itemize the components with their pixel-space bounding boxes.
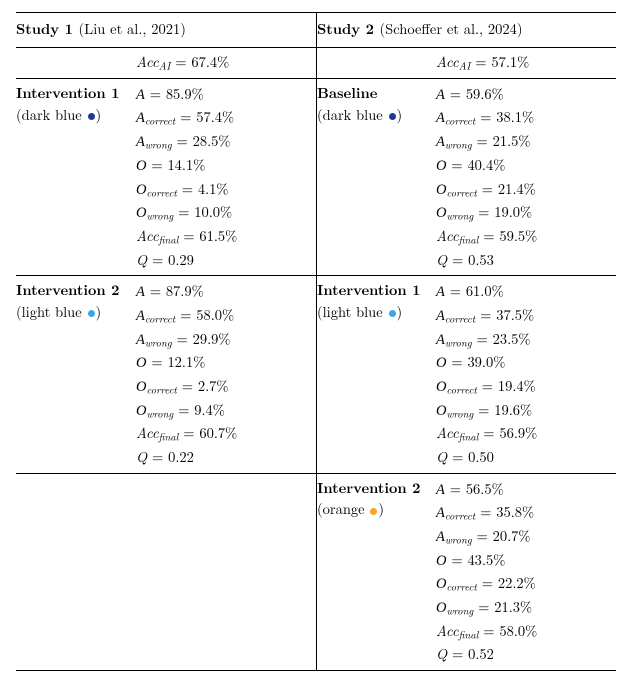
- metric-O-correct: Ocorrect = 22.2%: [436, 572, 610, 596]
- group-color: (orange ): [317, 499, 430, 521]
- study2-cite: (Schoeffer et al., 2024): [380, 19, 523, 39]
- metric-Q: Q = 0.52: [436, 643, 610, 665]
- metric-Acc-final: Accfinal = 60.7%: [136, 422, 310, 446]
- metric-O-wrong: Owrong = 19.0%: [436, 201, 610, 225]
- study1-group-label: Intervention 2 (light blue ): [16, 276, 136, 472]
- dot-lightblue-icon: [88, 310, 95, 317]
- study1-group-metrics: A = 87.9% Acorrect = 58.0% Awrong = 29.9…: [136, 276, 316, 472]
- metric-A-wrong: Awrong = 20.7%: [436, 525, 610, 549]
- study2-header: Study 2 (Schoeffer et al., 2024): [316, 13, 616, 47]
- metric-A-correct: Acorrect = 35.8%: [436, 501, 610, 525]
- study1-group-label: Intervention 1 (dark blue ): [16, 79, 136, 275]
- metric-A-correct: Acorrect = 37.5%: [436, 304, 610, 328]
- study2-group-label: Baseline (dark blue ): [316, 79, 436, 275]
- acc-label: Acc: [136, 52, 159, 72]
- empty-cell: [16, 48, 136, 78]
- metric-A-correct: Acorrect = 57.4%: [136, 106, 310, 130]
- comparison-table: Study 1 (Liu et al., 2021) Study 2 (Scho…: [16, 12, 624, 671]
- metric-O-correct: Ocorrect = 2.7%: [136, 375, 310, 399]
- metric-O-correct: Ocorrect = 21.4%: [436, 178, 610, 202]
- metric-Acc-final: Accfinal = 56.9%: [436, 422, 610, 446]
- study1-header: Study 1 (Liu et al., 2021): [16, 13, 316, 47]
- acc-label: Acc: [436, 52, 459, 72]
- study1-cite: (Liu et al., 2021): [79, 19, 186, 39]
- metric-A: A = 61.0%: [436, 280, 610, 303]
- metric-O: O = 39.0%: [436, 351, 610, 374]
- metric-A: A = 59.6%: [436, 83, 610, 106]
- metric-O: O = 40.4%: [436, 154, 610, 177]
- dot-orange-icon: [370, 508, 377, 515]
- study2-group-metrics: A = 61.0% Acorrect = 37.5% Awrong = 23.5…: [436, 276, 616, 472]
- study1-acc-ai: AccAI = 67.4%: [136, 48, 316, 78]
- metric-Acc-final: Accfinal = 58.0%: [436, 620, 610, 644]
- metric-O: O = 43.5%: [436, 549, 610, 572]
- metric-Q: Q = 0.29: [136, 249, 310, 271]
- metric-A-wrong: Awrong = 23.5%: [436, 328, 610, 352]
- study2-group-metrics: A = 56.5% Acorrect = 35.8% Awrong = 20.7…: [436, 474, 616, 670]
- dot-lightblue-icon: [389, 310, 396, 317]
- metric-A-correct: Acorrect = 58.0%: [136, 304, 310, 328]
- group-title: Intervention 2: [317, 478, 430, 500]
- metric-Q: Q = 0.53: [436, 249, 610, 271]
- metric-A: A = 87.9%: [136, 280, 310, 303]
- dot-darkblue-icon: [389, 113, 396, 120]
- study2-group-label: Intervention 2 (orange ): [316, 474, 436, 670]
- group-title: Intervention 1: [317, 280, 430, 302]
- metric-Acc-final: Accfinal = 59.5%: [436, 225, 610, 249]
- metric-Acc-final: Accfinal = 61.5%: [136, 225, 310, 249]
- group-color: (dark blue ): [317, 105, 430, 127]
- table-rule: [16, 670, 616, 671]
- group-title: Intervention 1: [16, 83, 130, 105]
- empty-cell: [136, 474, 316, 670]
- acc-val: = 67.4%: [170, 52, 229, 72]
- metric-Q: Q = 0.22: [136, 446, 310, 468]
- metric-A-wrong: Awrong = 28.5%: [136, 130, 310, 154]
- metric-Q: Q = 0.50: [436, 446, 610, 468]
- group-color: (light blue ): [317, 302, 430, 324]
- group-color: (light blue ): [16, 302, 130, 324]
- metric-A-wrong: Awrong = 21.5%: [436, 130, 610, 154]
- metric-A-correct: Acorrect = 38.1%: [436, 106, 610, 130]
- study1-title: Study 1: [16, 19, 79, 39]
- study1-group-metrics: A = 85.9% Acorrect = 57.4% Awrong = 28.5…: [136, 79, 316, 275]
- group-color: (dark blue ): [16, 105, 130, 127]
- metric-O: O = 12.1%: [136, 351, 310, 374]
- acc-sub: AI: [459, 58, 471, 73]
- metric-O-wrong: Owrong = 9.4%: [136, 399, 310, 423]
- metric-A: A = 56.5%: [436, 478, 610, 501]
- study2-group-label: Intervention 1 (light blue ): [316, 276, 436, 472]
- metric-O-wrong: Owrong = 10.0%: [136, 201, 310, 225]
- metric-O-wrong: Owrong = 19.6%: [436, 399, 610, 423]
- group-title: Baseline: [317, 83, 430, 105]
- metric-A-wrong: Awrong = 29.9%: [136, 328, 310, 352]
- study2-acc-ai: AccAI = 57.1%: [436, 48, 616, 78]
- metric-O-correct: Ocorrect = 19.4%: [436, 375, 610, 399]
- dot-darkblue-icon: [88, 113, 95, 120]
- empty-cell: [16, 474, 136, 670]
- metric-A: A = 85.9%: [136, 83, 310, 106]
- group-title: Intervention 2: [16, 280, 130, 302]
- metric-O-wrong: Owrong = 21.3%: [436, 596, 610, 620]
- metric-O: O = 14.1%: [136, 154, 310, 177]
- metric-O-correct: Ocorrect = 4.1%: [136, 178, 310, 202]
- acc-val: = 57.1%: [470, 52, 529, 72]
- study2-group-metrics: A = 59.6% Acorrect = 38.1% Awrong = 21.5…: [436, 79, 616, 275]
- empty-cell: [316, 48, 436, 78]
- study2-title: Study 2: [317, 19, 380, 39]
- acc-sub: AI: [159, 58, 171, 73]
